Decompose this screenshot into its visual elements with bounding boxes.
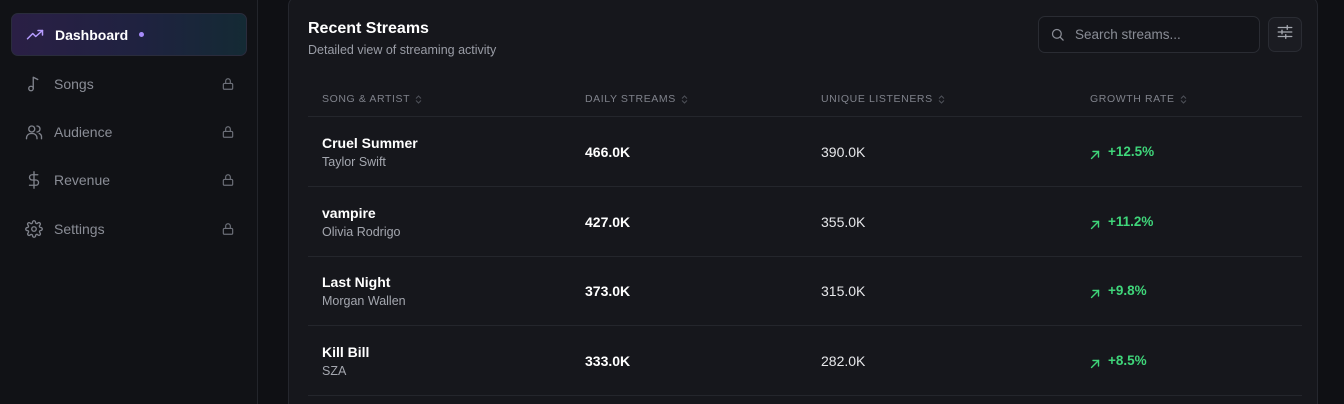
sort-icon xyxy=(1180,94,1187,104)
daily-streams: 373.0K xyxy=(585,283,631,299)
lock-icon xyxy=(221,222,235,236)
trending-up-icon xyxy=(26,26,44,44)
song-title: vampire xyxy=(322,205,376,221)
growth-rate: +12.5% xyxy=(1090,144,1154,159)
unique-listeners: 390.0K xyxy=(821,144,866,160)
arrow-up-right-icon xyxy=(1090,286,1100,298)
search-box xyxy=(1038,16,1260,53)
song-artist: Morgan Wallen xyxy=(322,294,406,308)
sidebar-item-songs[interactable]: Songs xyxy=(11,62,247,105)
panel-title: Recent Streams xyxy=(308,20,429,37)
search-input[interactable] xyxy=(1075,27,1255,42)
unique-listeners: 282.0K xyxy=(821,353,866,369)
column-header-unique-listeners[interactable]: UNIQUE LISTENERS xyxy=(821,93,945,105)
table-row[interactable]: vampire Olivia Rodrigo 427.0K 355.0K +11… xyxy=(308,187,1302,257)
growth-rate: +8.5% xyxy=(1090,353,1147,368)
growth-value: +12.5% xyxy=(1108,144,1155,159)
growth-rate: +11.2% xyxy=(1090,214,1153,229)
panel-subtitle: Detailed view of streaming activity xyxy=(308,43,497,57)
song-artist: SZA xyxy=(322,364,347,378)
sidebar-item-audience[interactable]: Audience xyxy=(11,110,247,153)
recent-streams-panel: Recent Streams Detailed view of streamin… xyxy=(288,0,1318,404)
sort-icon xyxy=(938,94,945,104)
table-row[interactable]: Last Night Morgan Wallen 373.0K 315.0K +… xyxy=(308,256,1302,326)
filter-button[interactable] xyxy=(1268,17,1302,52)
app: Dashboard Songs Audience Revenue Setting… xyxy=(0,0,1344,404)
daily-streams: 466.0K xyxy=(585,144,631,160)
column-header-daily-streams[interactable]: DAILY STREAMS xyxy=(585,93,688,105)
song-artist: Olivia Rodrigo xyxy=(322,225,401,239)
sidebar-item-label: Revenue xyxy=(54,171,111,188)
arrow-up-right-icon xyxy=(1090,217,1100,229)
music-note-icon xyxy=(25,75,43,93)
growth-rate: +9.8% xyxy=(1090,283,1147,298)
daily-streams: 427.0K xyxy=(585,214,631,230)
users-icon xyxy=(25,123,43,141)
arrow-up-right-icon xyxy=(1090,147,1100,159)
song-title: Kill Bill xyxy=(322,344,370,360)
lock-icon xyxy=(221,125,235,139)
lock-icon xyxy=(221,77,235,91)
growth-value: +8.5% xyxy=(1108,353,1147,368)
active-indicator-dot xyxy=(139,32,145,37)
table-row[interactable]: Cruel Summer Taylor Swift 466.0K 390.0K … xyxy=(308,117,1302,187)
growth-value: +11.2% xyxy=(1108,214,1154,229)
growth-value: +9.8% xyxy=(1108,283,1147,298)
sidebar-item-revenue[interactable]: Revenue xyxy=(11,158,247,201)
sidebar-item-settings[interactable]: Settings xyxy=(11,207,247,250)
sort-icon xyxy=(415,94,422,104)
search-icon xyxy=(1050,27,1065,42)
arrow-up-right-icon xyxy=(1090,356,1100,368)
sidebar-item-label: Songs xyxy=(54,75,94,92)
column-header-growth-rate[interactable]: GROWTH RATE xyxy=(1090,93,1187,105)
table-row[interactable]: Kill Bill SZA 333.0K 282.0K +8.5% xyxy=(308,326,1302,396)
unique-listeners: 355.0K xyxy=(821,214,866,230)
sidebar-item-label: Dashboard xyxy=(55,26,129,43)
sidebar-item-dashboard[interactable]: Dashboard xyxy=(11,13,247,56)
sidebar-item-label: Audience xyxy=(54,123,113,140)
table-header: SONG & ARTIST DAILY STREAMS UNIQUE LISTE… xyxy=(308,81,1302,117)
sidebar: Dashboard Songs Audience Revenue Setting… xyxy=(0,0,258,404)
dollar-icon xyxy=(25,170,43,189)
song-artist: Taylor Swift xyxy=(322,155,386,169)
sort-icon xyxy=(681,94,688,104)
sidebar-item-label: Settings xyxy=(54,220,105,237)
song-title: Cruel Summer xyxy=(322,135,418,151)
unique-listeners: 315.0K xyxy=(821,283,866,299)
column-header-song[interactable]: SONG & ARTIST xyxy=(322,93,422,105)
song-title: Last Night xyxy=(322,274,391,290)
daily-streams: 333.0K xyxy=(585,353,631,369)
gear-icon xyxy=(25,219,43,238)
lock-icon xyxy=(221,173,235,187)
sliders-icon xyxy=(1276,23,1294,46)
